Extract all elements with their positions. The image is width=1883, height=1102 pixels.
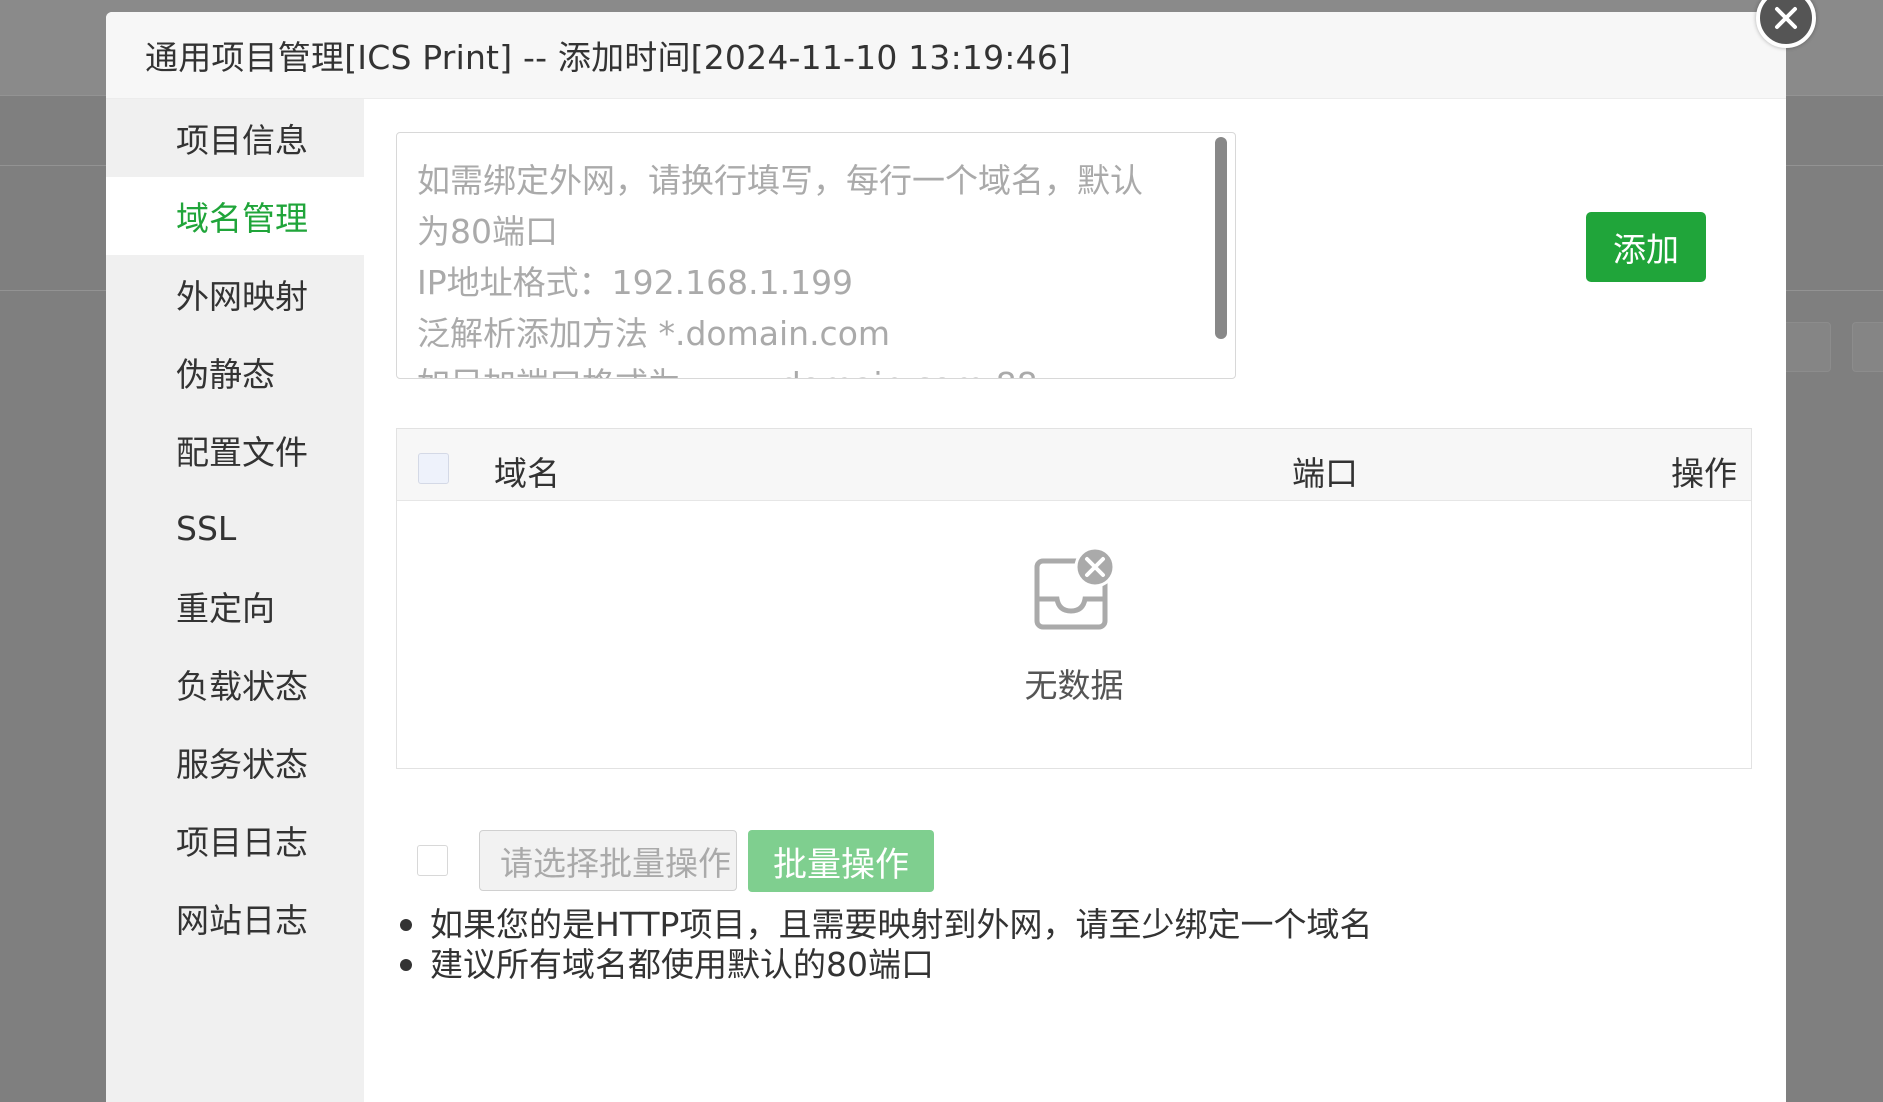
- add-domain-button[interactable]: 添加: [1586, 212, 1706, 282]
- bullet-icon: [400, 959, 412, 971]
- tips-list: 如果您的是HTTP项目，且需要映射到外网，请至少绑定一个域名 建议所有域名都使用…: [400, 905, 1372, 985]
- sidebar-item-project-info[interactable]: 项目信息: [106, 99, 364, 177]
- domain-management-panel: 如需绑定外网，请换行填写，每行一个域名，默认 为80端口 IP地址格式：192.…: [364, 99, 1786, 1102]
- sidebar-item-rewrite[interactable]: 伪静态: [106, 333, 364, 411]
- sidebar-item-external-mapping[interactable]: 外网映射: [106, 255, 364, 333]
- sidebar-item-config-file[interactable]: 配置文件: [106, 411, 364, 489]
- column-header-action: 操作: [1671, 454, 1737, 493]
- empty-inbox-icon: [1034, 547, 1116, 630]
- table-header: 域名 端口 操作: [397, 429, 1751, 501]
- column-header-port: 端口: [1292, 454, 1358, 493]
- empty-text: 无数据: [1024, 666, 1124, 705]
- dialog-header: 通用项目管理[ICS Print] -- 添加时间[2024-11-10 13:…: [106, 12, 1786, 99]
- select-all-checkbox[interactable]: [418, 453, 449, 484]
- list-item: 如果您的是HTTP项目，且需要映射到外网，请至少绑定一个域名: [400, 905, 1372, 945]
- column-header-domain: 域名: [494, 454, 560, 493]
- dialog-sidebar: 项目信息 域名管理 外网映射 伪静态 配置文件 SSL 重定向 负载状态 服务状…: [106, 99, 364, 1102]
- domain-input-scrollbar[interactable]: [1215, 137, 1227, 339]
- list-item: 建议所有域名都使用默认的80端口: [400, 945, 1372, 985]
- sidebar-item-domain-management[interactable]: 域名管理: [106, 177, 364, 255]
- dialog-title: 通用项目管理[ICS Print] -- 添加时间[2024-11-10 13:…: [145, 38, 1072, 77]
- tip-text: 建议所有域名都使用默认的80端口: [430, 945, 934, 984]
- batch-action-select[interactable]: 请选择批量操作: [479, 830, 737, 891]
- background-pager-box: [1852, 322, 1883, 372]
- project-management-dialog: 通用项目管理[ICS Print] -- 添加时间[2024-11-10 13:…: [106, 12, 1786, 1102]
- sidebar-item-project-log[interactable]: 项目日志: [106, 801, 364, 879]
- sidebar-item-load-status[interactable]: 负载状态: [106, 645, 364, 723]
- domain-table: 域名 端口 操作 无数据: [396, 428, 1752, 769]
- sidebar-item-site-log[interactable]: 网站日志: [106, 879, 364, 957]
- domain-input-placeholder: 如需绑定外网，请换行填写，每行一个域名，默认 为80端口 IP地址格式：192.…: [417, 161, 1143, 378]
- domain-input[interactable]: 如需绑定外网，请换行填写，每行一个域名，默认 为80端口 IP地址格式：192.…: [396, 132, 1236, 379]
- sidebar-item-redirect[interactable]: 重定向: [106, 567, 364, 645]
- close-icon: [1775, 7, 1797, 29]
- empty-state: 无数据: [397, 547, 1751, 707]
- sidebar-item-service-status[interactable]: 服务状态: [106, 723, 364, 801]
- batch-action-button[interactable]: 批量操作: [748, 830, 934, 892]
- batch-select-checkbox[interactable]: [417, 845, 448, 876]
- sidebar-item-ssl[interactable]: SSL: [106, 489, 364, 567]
- bullet-icon: [400, 919, 412, 931]
- tip-text: 如果您的是HTTP项目，且需要映射到外网，请至少绑定一个域名: [430, 905, 1373, 944]
